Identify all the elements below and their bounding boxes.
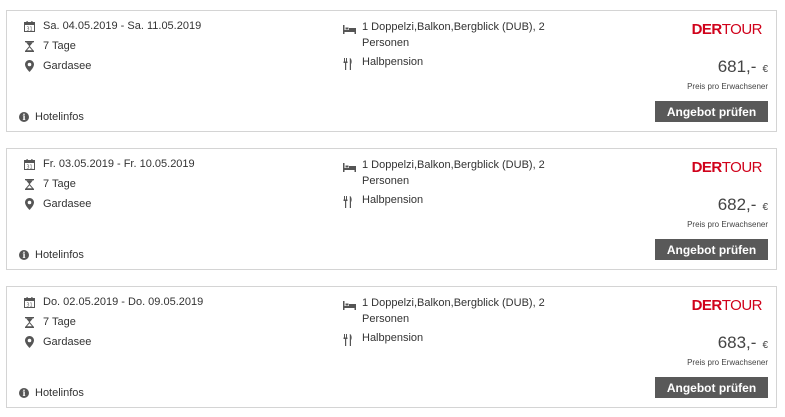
logo-tour: TOUR	[721, 159, 763, 176]
hotelinfo-link[interactable]: i Hotelinfos	[19, 249, 84, 261]
price-amount: 683,-	[717, 333, 757, 352]
location: Gardasee	[43, 336, 92, 348]
offer-card: 31 Fr. 03.05.2019 - Fr. 10.05.2019 7 Tag…	[6, 148, 777, 270]
map-pin-icon	[23, 336, 35, 348]
bed-icon	[343, 21, 356, 39]
hourglass-icon	[23, 316, 35, 328]
date-range: Fr. 03.05.2019 - Fr. 10.05.2019	[43, 158, 195, 170]
date-range: Sa. 04.05.2019 - Sa. 11.05.2019	[43, 20, 202, 32]
board-type: Halbpension	[362, 56, 424, 68]
room-description: 1 Doppelzi,Balkon,Bergblick (DUB), 2 Per…	[362, 297, 545, 325]
hourglass-icon	[23, 178, 35, 190]
info-icon: i	[19, 112, 29, 122]
price-note: Preis pro Erwachsener	[687, 358, 768, 367]
room-description: 1 Doppelzi,Balkon,Bergblick (DUB), 2 Per…	[362, 159, 545, 187]
svg-text:31: 31	[26, 164, 32, 170]
map-pin-icon	[23, 60, 35, 72]
price-note: Preis pro Erwachsener	[687, 220, 768, 229]
price: 681,- €	[718, 57, 768, 77]
location: Gardasee	[43, 60, 92, 72]
duration: 7 Tage	[43, 40, 76, 52]
hourglass-icon	[23, 40, 35, 52]
location-row: Gardasee	[23, 60, 91, 72]
calendar-icon: 31	[23, 158, 35, 170]
dertour-logo: DERTOUR	[691, 159, 763, 176]
logo-tour: TOUR	[721, 21, 763, 38]
calendar-icon: 31	[23, 296, 35, 308]
cutlery-icon	[343, 195, 353, 213]
price-amount: 682,-	[717, 195, 757, 214]
board-type: Halbpension	[362, 194, 424, 206]
info-icon: i	[19, 388, 29, 398]
offer-card: 31 Do. 02.05.2019 - Do. 09.05.2019 7 Tag…	[6, 286, 777, 408]
date-row: 31 Do. 02.05.2019 - Do. 09.05.2019	[23, 296, 203, 308]
hotelinfo-link[interactable]: i Hotelinfos	[19, 111, 84, 123]
check-offer-button[interactable]: Angebot prüfen	[655, 377, 768, 398]
svg-text:31: 31	[26, 26, 32, 32]
date-row: 31 Sa. 04.05.2019 - Sa. 11.05.2019	[23, 20, 201, 32]
duration-row: 7 Tage	[23, 178, 76, 190]
cutlery-icon	[343, 57, 353, 75]
offer-card: 31 Sa. 04.05.2019 - Sa. 11.05.2019 7 Tag…	[6, 10, 777, 132]
location-row: Gardasee	[23, 198, 91, 210]
logo-der: DER	[691, 159, 723, 176]
board-type: Halbpension	[362, 332, 424, 344]
calendar-icon: 31	[23, 20, 35, 32]
hotelinfo-label: Hotelinfos	[35, 111, 84, 123]
info-icon: i	[19, 250, 29, 260]
price-currency: €	[762, 64, 768, 75]
duration: 7 Tage	[43, 316, 76, 328]
svg-text:31: 31	[26, 302, 32, 308]
date-range: Do. 02.05.2019 - Do. 09.05.2019	[43, 296, 204, 308]
duration: 7 Tage	[43, 178, 76, 190]
price-currency: €	[762, 340, 768, 351]
hotelinfo-label: Hotelinfos	[35, 387, 84, 399]
logo-der: DER	[691, 297, 723, 314]
dertour-logo: DERTOUR	[691, 21, 763, 38]
hotelinfo-link[interactable]: i Hotelinfos	[19, 387, 84, 399]
location: Gardasee	[43, 198, 92, 210]
check-offer-button[interactable]: Angebot prüfen	[655, 101, 768, 122]
logo-tour: TOUR	[721, 297, 763, 314]
date-row: 31 Fr. 03.05.2019 - Fr. 10.05.2019	[23, 158, 195, 170]
price: 682,- €	[718, 195, 768, 215]
bed-icon	[343, 297, 356, 315]
location-row: Gardasee	[23, 336, 91, 348]
room-description: 1 Doppelzi,Balkon,Bergblick (DUB), 2 Per…	[362, 21, 545, 49]
price-amount: 681,-	[717, 57, 757, 76]
price-note: Preis pro Erwachsener	[687, 82, 768, 91]
price-currency: €	[762, 202, 768, 213]
duration-row: 7 Tage	[23, 40, 76, 52]
bed-icon	[343, 159, 356, 177]
dertour-logo: DERTOUR	[691, 297, 763, 314]
map-pin-icon	[23, 198, 35, 210]
duration-row: 7 Tage	[23, 316, 76, 328]
price: 683,- €	[718, 333, 768, 353]
hotelinfo-label: Hotelinfos	[35, 249, 84, 261]
check-offer-button[interactable]: Angebot prüfen	[655, 239, 768, 260]
cutlery-icon	[343, 333, 353, 351]
logo-der: DER	[691, 21, 723, 38]
